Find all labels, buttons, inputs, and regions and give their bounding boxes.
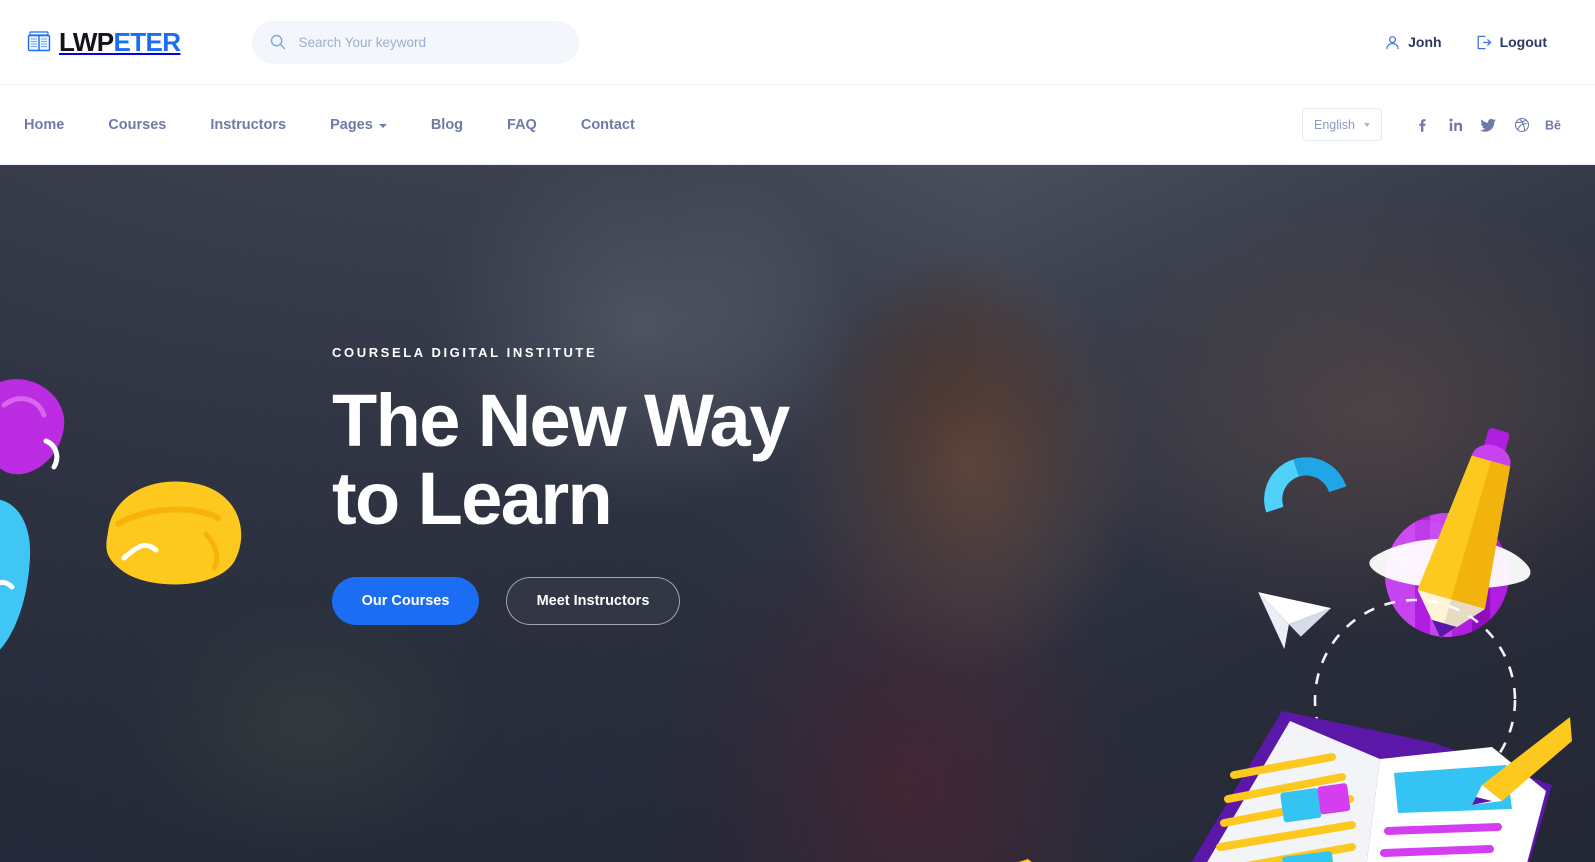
nav-links: Home Courses Instructors Pages Blog FAQ … xyxy=(24,117,657,133)
user-icon xyxy=(1385,35,1400,50)
user-name-label: Jonh xyxy=(1408,34,1442,50)
social-link-linkedin[interactable] xyxy=(1439,111,1472,139)
social-link-facebook[interactable] xyxy=(1406,111,1439,139)
logout-icon xyxy=(1476,35,1492,50)
nav-item-label: Pages xyxy=(330,116,373,133)
brand-name-accent: ETER xyxy=(113,27,182,57)
user-account-link[interactable]: Jonh xyxy=(1385,34,1442,50)
nav-item-courses[interactable]: Courses xyxy=(86,117,188,133)
open-book-icon xyxy=(26,29,52,55)
top-bar-actions: Jonh Logout xyxy=(1385,34,1571,50)
search-icon xyxy=(270,34,286,50)
nav-item-faq[interactable]: FAQ xyxy=(485,117,559,133)
hero-content: COURSELA DIGITAL INSTITUTE The New Way t… xyxy=(0,165,1595,626)
nav-item-home[interactable]: Home xyxy=(24,117,86,133)
nav-item-pages[interactable]: Pages xyxy=(308,117,409,133)
twitter-icon xyxy=(1480,117,1497,133)
dribbble-icon xyxy=(1514,117,1530,133)
chevron-down-icon xyxy=(1364,122,1370,127)
brand-name: LWPETER xyxy=(59,27,182,57)
meet-instructors-button[interactable]: Meet Instructors xyxy=(506,577,680,626)
hero-eyebrow: COURSELA DIGITAL INSTITUTE xyxy=(332,345,598,360)
search-box[interactable] xyxy=(252,20,580,64)
main-navigation: Home Courses Instructors Pages Blog FAQ … xyxy=(0,85,1595,165)
nav-item-label: Instructors xyxy=(210,116,287,133)
nav-item-contact[interactable]: Contact xyxy=(559,117,657,133)
hero-title-line-1: The New Way xyxy=(332,379,790,462)
search-input[interactable] xyxy=(298,34,562,50)
top-bar: LWPETER Jonh xyxy=(0,0,1595,84)
nav-item-label: FAQ xyxy=(507,116,537,133)
hero-banner: COURSELA DIGITAL INSTITUTE The New Way t… xyxy=(0,165,1595,862)
hero-cta-group: Our Courses Meet Instructors xyxy=(332,577,1595,626)
nav-item-instructors[interactable]: Instructors xyxy=(188,117,308,133)
brand-name-dark: LWP xyxy=(59,27,114,57)
nav-item-label: Blog xyxy=(430,116,464,133)
social-link-dribbble[interactable] xyxy=(1505,111,1538,139)
nav-item-label: Contact xyxy=(580,116,635,133)
behance-icon: Bē xyxy=(1545,118,1565,132)
hero-title: The New Way to Learn xyxy=(332,382,892,537)
brand-logo[interactable]: LWPETER xyxy=(26,27,182,57)
social-link-behance[interactable]: Bē xyxy=(1538,111,1571,139)
language-selected-label: English xyxy=(1314,117,1355,132)
our-courses-button[interactable]: Our Courses xyxy=(332,577,479,626)
linkedin-icon xyxy=(1448,117,1464,133)
nav-item-blog[interactable]: Blog xyxy=(409,117,485,133)
logout-link[interactable]: Logout xyxy=(1476,34,1547,50)
hero-title-line-2: to Learn xyxy=(332,456,613,540)
chevron-down-icon xyxy=(378,123,387,128)
language-selector[interactable]: English xyxy=(1302,108,1382,141)
logout-label: Logout xyxy=(1499,34,1547,50)
nav-item-label: Courses xyxy=(108,116,167,133)
social-link-twitter[interactable] xyxy=(1472,111,1505,139)
nav-item-label: Home xyxy=(24,116,65,133)
nav-right-tools: English Bē xyxy=(1302,108,1571,141)
facebook-icon xyxy=(1415,117,1431,133)
svg-text:Bē: Bē xyxy=(1545,118,1561,132)
